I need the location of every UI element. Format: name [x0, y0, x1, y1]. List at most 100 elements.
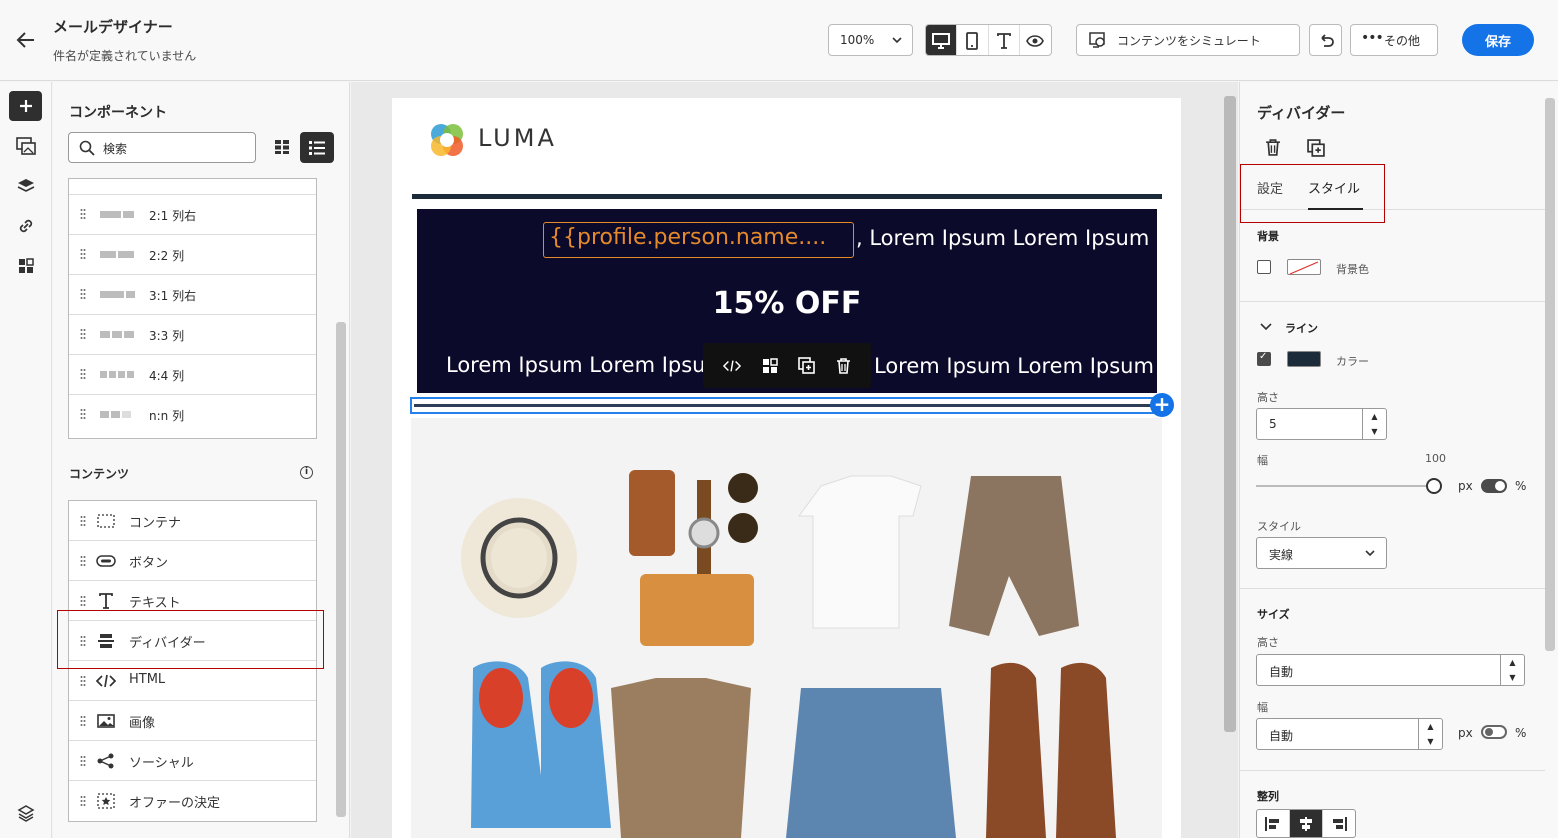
personalization-token[interactable]: {{profile.person.name.... [543, 222, 854, 258]
content-item-image[interactable]: 画像 [69, 701, 316, 741]
size-width-unit-toggle[interactable] [1481, 725, 1507, 739]
drag-handle-icon[interactable] [80, 555, 86, 567]
line-style-select[interactable]: 実線 [1256, 537, 1387, 569]
align-left-button[interactable] [1257, 810, 1290, 837]
add-block-button[interactable]: + [1150, 393, 1174, 417]
duplicate-icon[interactable] [1307, 139, 1325, 157]
column-item-2-1[interactable]: 2:1 列右 [69, 195, 316, 235]
back-arrow-icon[interactable] [14, 28, 38, 52]
height-stepper[interactable]: ▲ ▼ [1362, 409, 1386, 439]
line-color-checkbox[interactable] [1257, 351, 1271, 366]
drag-handle-icon[interactable] [80, 208, 86, 220]
layers-button[interactable] [13, 173, 39, 199]
drag-handle-icon[interactable] [80, 408, 86, 420]
unit-px-label: px [1458, 726, 1473, 740]
simulate-content-button[interactable]: コンテンツをシミュレート [1076, 24, 1300, 56]
fragments-button[interactable] [13, 253, 39, 279]
size-height-input[interactable]: 自動 ▲ ▼ [1256, 654, 1525, 686]
column-item-3-3[interactable]: 3:3 列 [69, 315, 316, 355]
more-button[interactable]: ••• その他 [1350, 24, 1438, 56]
background-color-label: 背景色 [1336, 263, 1369, 276]
drag-handle-icon[interactable] [80, 368, 86, 380]
column-item-3-1[interactable]: 3:1 列右 [69, 275, 316, 315]
zoom-select[interactable]: 100% [828, 24, 913, 56]
drag-handle-icon[interactable] [80, 675, 86, 687]
layout-thumbnail [100, 371, 134, 378]
scrollbar-thumb[interactable] [1545, 98, 1555, 651]
column-item-2-2[interactable]: 2:2 列 [69, 235, 316, 275]
column-item-4-4[interactable]: 4:4 列 [69, 355, 316, 395]
products-image[interactable] [411, 418, 1162, 838]
size-width-label: 幅 [1257, 701, 1268, 714]
align-right-button[interactable] [1323, 810, 1355, 837]
layer-tree-button[interactable] [13, 800, 39, 826]
offer-star-icon [96, 791, 116, 811]
page-subtitle: 件名が定義されていません [53, 49, 197, 63]
save-button[interactable]: 保存 [1462, 24, 1534, 56]
grid-view-button[interactable] [269, 134, 295, 160]
content-item-social[interactable]: ソーシャル [69, 741, 316, 781]
mobile-icon [966, 32, 979, 50]
desktop-view-button[interactable] [926, 25, 958, 55]
drag-handle-icon[interactable] [80, 595, 86, 607]
banner-line-2-left[interactable]: Lorem Ipsum Lorem Ipsum [446, 353, 726, 377]
trash-icon[interactable] [836, 357, 851, 374]
content-item-label: オファーの決定 [129, 796, 221, 811]
content-item-button[interactable]: ボタン [69, 541, 316, 581]
background-checkbox[interactable] [1257, 260, 1271, 274]
properties-scrollbar[interactable] [1543, 82, 1557, 838]
layout-thumbnail [100, 251, 134, 258]
canvas-scrollbar[interactable] [1223, 82, 1237, 838]
selected-divider[interactable] [410, 397, 1162, 414]
scrollbar-thumb[interactable] [336, 322, 346, 817]
left-scrollbar[interactable] [335, 180, 347, 838]
scrollbar-thumb[interactable] [1224, 96, 1236, 732]
drag-handle-icon[interactable] [80, 715, 86, 727]
drag-handle-icon[interactable] [80, 515, 86, 527]
list-item[interactable] [69, 179, 316, 195]
trash-icon[interactable] [1265, 139, 1281, 156]
info-icon[interactable]: i [300, 466, 313, 479]
height-input[interactable]: 5 ▲ ▼ [1256, 408, 1387, 440]
drag-handle-icon[interactable] [80, 288, 86, 300]
width-unit-toggle[interactable] [1481, 479, 1507, 493]
banner-line-1[interactable]: , Lorem Ipsum Lorem Ipsum [856, 226, 1149, 250]
content-item-label: コンテナ [129, 516, 182, 531]
drag-handle-icon[interactable] [80, 755, 86, 767]
size-section-title: サイズ [1257, 608, 1290, 621]
background-color-swatch[interactable] [1287, 259, 1321, 275]
drag-handle-icon[interactable] [80, 328, 86, 340]
assets-button[interactable] [13, 133, 39, 159]
banner-line-2-right[interactable]: Lorem Ipsum Lorem Ipsum [874, 354, 1154, 378]
duplicate-icon[interactable] [798, 357, 816, 374]
drag-handle-icon[interactable] [80, 795, 86, 807]
links-button[interactable] [13, 213, 39, 239]
drag-handle-icon[interactable] [80, 248, 86, 260]
width-slider[interactable] [1256, 485, 1426, 487]
undo-button[interactable] [1309, 24, 1342, 56]
align-center-button[interactable] [1290, 810, 1323, 837]
plus-icon [19, 100, 32, 112]
size-width-input[interactable]: 自動 ▲ ▼ [1256, 718, 1443, 750]
add-components-button[interactable] [9, 91, 42, 121]
size-height-stepper[interactable]: ▲ ▼ [1500, 655, 1524, 685]
size-width-stepper[interactable]: ▲ ▼ [1418, 719, 1442, 749]
list-view-button[interactable] [300, 132, 334, 163]
content-item-offer-decision[interactable]: オファーの決定 [69, 781, 316, 821]
width-slider-handle[interactable] [1426, 478, 1442, 494]
content-item-container[interactable]: コンテナ [69, 501, 316, 541]
fragment-icon[interactable] [762, 357, 778, 374]
text-view-button[interactable] [989, 25, 1020, 55]
grid-icon [275, 140, 289, 154]
column-item-n-n[interactable]: n:n 列 [69, 395, 316, 435]
style-tab-highlight-box [1240, 164, 1385, 223]
column-label: 3:3 列 [149, 329, 185, 343]
chevron-down-icon[interactable] [1260, 322, 1272, 332]
code-icon[interactable] [723, 359, 742, 373]
mobile-view-button[interactable] [957, 25, 989, 55]
preview-button[interactable] [1020, 25, 1051, 55]
line-color-swatch[interactable] [1287, 351, 1321, 367]
offer-headline[interactable]: 15% OFF [417, 286, 1157, 321]
header-divider[interactable] [412, 194, 1162, 199]
search-input[interactable]: 検索 [68, 132, 256, 163]
